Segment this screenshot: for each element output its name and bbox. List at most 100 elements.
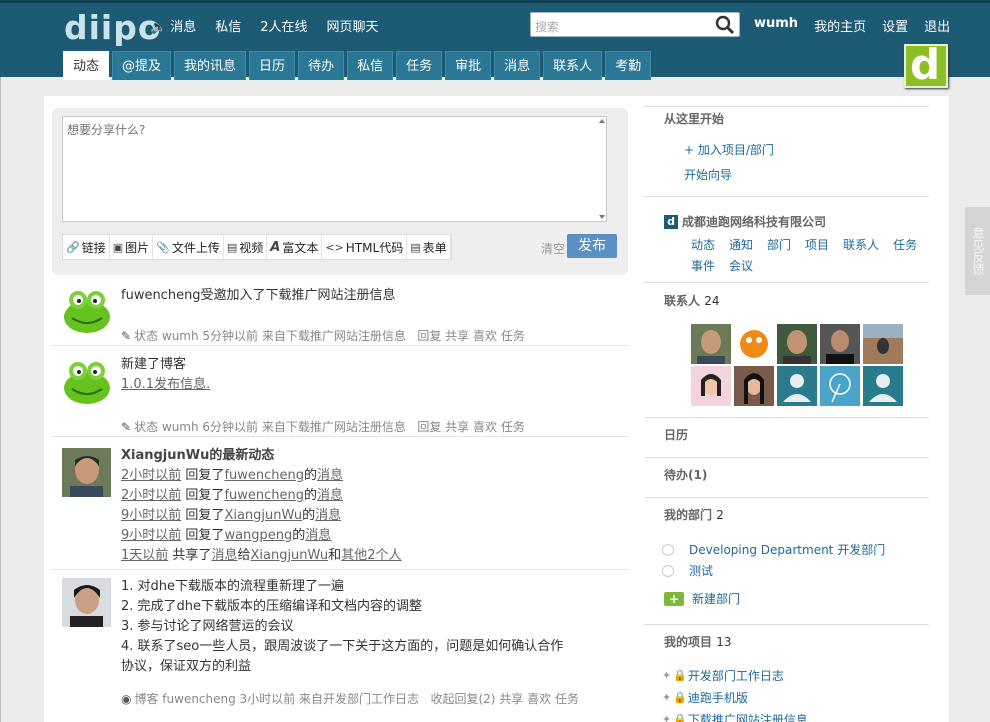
avatar[interactable] xyxy=(62,286,111,335)
dept-item[interactable]: Developing Department 开发部门 xyxy=(662,541,885,558)
nav-online-count[interactable]: 2人在线 xyxy=(260,16,307,35)
feed-item: 1. 对dhe下载版本的流程重新理了一遍 2. 完成了dhe下载版本的压缩编译和… xyxy=(52,570,628,722)
tab-mentions[interactable]: @提及 xyxy=(112,51,172,80)
contact-avatar[interactable] xyxy=(863,324,903,364)
nav-private-messages[interactable]: 私信 xyxy=(215,16,241,35)
textarea-scrollbar[interactable] xyxy=(598,117,606,221)
tool-html[interactable]: <> HTML代码 xyxy=(322,235,408,259)
feedback-tab[interactable]: 意见反馈 xyxy=(965,207,990,295)
project-item[interactable]: ✦ 🔒 迪跑手机版 xyxy=(662,689,748,706)
clear-button[interactable]: 清空 xyxy=(541,240,565,257)
company-link-tasks[interactable]: 任务 xyxy=(893,236,917,253)
company-link-meetings[interactable]: 会议 xyxy=(729,257,753,274)
tool-form[interactable]: ▤ 表单 xyxy=(407,235,451,259)
search-input[interactable]: 搜索 xyxy=(535,18,559,35)
tab-private[interactable]: 私信 xyxy=(347,51,394,80)
todo-section[interactable]: 待办(1) xyxy=(644,457,929,497)
spark-icon: ✦ xyxy=(662,713,672,722)
share-textarea[interactable] xyxy=(62,116,607,222)
reply-link[interactable]: 回复 xyxy=(417,420,441,434)
user-links: wumh 我的主页 设置 退出 xyxy=(754,16,950,35)
start-wizard-link[interactable]: 开始向导 xyxy=(684,166,732,183)
publish-button[interactable]: 发布 xyxy=(567,234,617,258)
tool-image[interactable]: ▣ 图片 xyxy=(110,235,154,259)
radio-icon[interactable] xyxy=(662,543,674,556)
attach-icon: 📎 xyxy=(156,240,170,254)
tab-news[interactable]: 消息 xyxy=(494,51,541,80)
link-icon: 🔗 xyxy=(66,240,80,254)
tab-todo[interactable]: 待办 xyxy=(298,51,345,80)
task-link[interactable]: 任务 xyxy=(555,692,579,706)
feed-text: XiangjunWu的最新动态 2小时以前 回复了fuwencheng的消息 2… xyxy=(121,446,401,566)
task-link[interactable]: 任务 xyxy=(501,420,525,434)
tab-my-messages[interactable]: 我的讯息 xyxy=(174,51,247,80)
contact-avatar[interactable] xyxy=(734,366,774,406)
avatar[interactable] xyxy=(62,357,111,406)
departments-section: 我的部门 2 Developing Department 开发部门 测试 + 新建… xyxy=(644,497,929,624)
d-badge-logo[interactable]: d xyxy=(904,40,948,89)
tool-link[interactable]: 🔗 链接 xyxy=(63,235,110,259)
form-icon: ▤ xyxy=(410,240,421,254)
contact-avatar[interactable] xyxy=(863,366,903,406)
tab-approval[interactable]: 审批 xyxy=(445,51,492,80)
contact-avatar[interactable] xyxy=(777,366,817,406)
activity-row: 9小时以前 回复了wangpeng的消息 xyxy=(121,528,332,543)
like-link[interactable]: 喜欢 xyxy=(473,420,497,434)
calendar-section[interactable]: 日历 xyxy=(644,417,929,457)
tab-tasks[interactable]: 任务 xyxy=(396,51,443,80)
contact-avatar[interactable] xyxy=(820,366,860,406)
company-link-contacts[interactable]: 联系人 xyxy=(843,236,879,253)
tab-contacts[interactable]: 联系人 xyxy=(543,51,603,80)
company-link-dept[interactable]: 部门 xyxy=(767,236,791,253)
company-links: 动态 通知 部门 项目 联系人 任务 事件 会议 xyxy=(691,236,931,274)
like-link[interactable]: 喜欢 xyxy=(527,692,551,706)
company-link-events[interactable]: 事件 xyxy=(691,257,715,274)
diipo-logo[interactable]: diipo xyxy=(64,8,162,47)
logout-link[interactable]: 退出 xyxy=(924,16,950,35)
company-name[interactable]: d 成都迪跑网络科技有限公司 xyxy=(664,213,826,230)
settings-link[interactable]: 设置 xyxy=(882,16,908,35)
share-link[interactable]: 共享 xyxy=(445,329,469,343)
username-link[interactable]: wumh xyxy=(754,16,798,35)
company-link-project[interactable]: 项目 xyxy=(805,236,829,253)
nav-messages[interactable]: 🔈 消息 xyxy=(150,16,196,35)
reply-link[interactable]: 回复 xyxy=(417,329,441,343)
company-section: d 成都迪跑网络科技有限公司 动态 通知 部门 项目 联系人 任务 事件 会议 xyxy=(644,196,929,282)
contact-avatar[interactable] xyxy=(734,324,774,364)
feed-text: fuwencheng受邀加入了下载推广网站注册信息 xyxy=(121,288,396,303)
tab-calendar[interactable]: 日历 xyxy=(249,51,296,80)
code-icon: <> xyxy=(325,240,344,254)
radio-icon[interactable] xyxy=(662,564,674,577)
contact-avatar[interactable] xyxy=(820,324,860,364)
tab-activity[interactable]: 动态 xyxy=(63,51,110,80)
dept-item[interactable]: 测试 xyxy=(662,562,713,579)
tool-richtext[interactable]: A 富文本 xyxy=(267,235,323,259)
project-item[interactable]: ✦ 🔒 下载推广网站注册信息 xyxy=(662,711,808,722)
search-icon[interactable] xyxy=(715,15,735,35)
contact-avatar[interactable] xyxy=(691,366,731,406)
avatar[interactable] xyxy=(62,578,111,627)
project-item[interactable]: ✦ 🔒 开发部门工作日志 xyxy=(662,667,784,684)
share-link[interactable]: 共享 xyxy=(499,692,523,706)
blog-link[interactable]: 1.0.1发布信息. xyxy=(121,377,210,392)
tool-video[interactable]: ▤ 视频 xyxy=(224,235,268,259)
my-home-link[interactable]: 我的主页 xyxy=(814,16,866,35)
contact-avatar[interactable] xyxy=(777,324,817,364)
nav-web-chat[interactable]: 网页聊天 xyxy=(327,16,379,35)
contacts-section: 联系人 24 xyxy=(644,282,929,417)
contact-avatar[interactable] xyxy=(691,324,731,364)
tool-file-upload[interactable]: 📎 文件上传 xyxy=(153,235,224,259)
avatar[interactable] xyxy=(62,448,111,497)
task-link[interactable]: 任务 xyxy=(501,329,525,343)
feed-item: XiangjunWu的最新动态 2小时以前 回复了fuwencheng的消息 2… xyxy=(52,437,628,570)
new-dept-button[interactable]: + 新建部门 xyxy=(664,590,740,607)
tab-attendance[interactable]: 考勤 xyxy=(605,51,652,80)
like-link[interactable]: 喜欢 xyxy=(473,329,497,343)
search-box[interactable]: 搜索 xyxy=(530,12,740,37)
share-link[interactable]: 共享 xyxy=(445,420,469,434)
richtext-icon: A xyxy=(270,239,281,255)
company-link-notice[interactable]: 通知 xyxy=(729,236,753,253)
collapse-replies-link[interactable]: 收起回复(2) xyxy=(430,692,495,706)
join-project-link[interactable]: + 加入项目/部门 xyxy=(684,141,774,158)
company-link-activity[interactable]: 动态 xyxy=(691,236,715,253)
